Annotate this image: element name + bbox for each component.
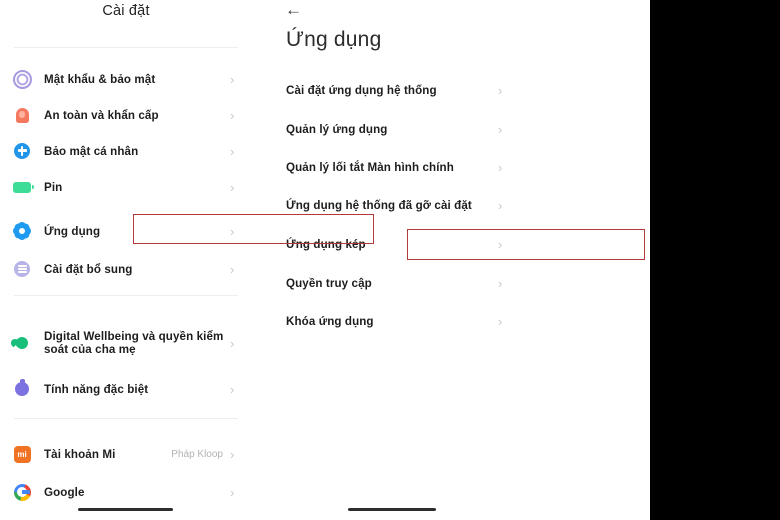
apps-gear-icon (0, 223, 44, 239)
sidebar-item-special-features[interactable]: Tính năng đặc biệt › (0, 372, 252, 406)
sidebar-item-label: Bảo mật cá nhân (44, 144, 139, 158)
apps-item-label: Quản lý lối tắt Màn hình chính (286, 161, 454, 174)
sidebar-item-label: An toàn và khẩn cấp (44, 108, 159, 122)
chevron-right-icon: › (498, 314, 503, 329)
home-indicator (78, 508, 173, 511)
chevron-right-icon: › (230, 143, 235, 159)
apps-item-label: Ứng dụng hệ thống đã gỡ cài đặt (286, 199, 472, 212)
apps-item-label: Ứng dụng kép (286, 238, 366, 251)
back-arrow-icon[interactable]: ← (285, 0, 302, 20)
additional-settings-icon (0, 261, 44, 277)
emergency-bell-icon (0, 107, 44, 123)
digital-wellbeing-icon (0, 334, 44, 351)
sidebar-item-safety-emergency[interactable]: An toàn và khẩn cấp › (0, 98, 252, 132)
sidebar-item-label: Pin (44, 180, 63, 194)
chevron-right-icon: › (230, 223, 235, 239)
chevron-right-icon: › (498, 198, 503, 213)
sidebar-item-label: Tính năng đặc biệt (44, 382, 149, 396)
chevron-right-icon: › (230, 261, 235, 277)
sidebar-item-label: Tài khoản Mi (44, 447, 116, 461)
divider (14, 295, 238, 296)
apps-item-label: Quản lý ứng dụng (286, 123, 388, 136)
sidebar-item-apps[interactable]: Ứng dụng › (0, 214, 252, 248)
sidebar-item-label: Mật khẩu & bảo mật (44, 72, 156, 86)
battery-icon (0, 181, 44, 193)
sidebar-item-label: Digital Wellbeing và quyền kiểm soát của… (44, 330, 224, 356)
sidebar-item-google[interactable]: Google › (0, 475, 252, 509)
apps-item-label: Quyền truy cập (286, 277, 372, 290)
sidebar-item-mi-account[interactable]: mi Tài khoản Mi Pháp Kloop › (0, 437, 252, 471)
special-features-icon (0, 378, 44, 396)
sidebar-item-label: Cài đặt bổ sung (44, 262, 133, 276)
sidebar-item-label: Google (44, 485, 85, 499)
apps-item-app-lock[interactable]: Khóa ứng dụng › (272, 306, 522, 337)
divider (14, 418, 238, 419)
apps-item-label: Khóa ứng dụng (286, 315, 374, 328)
chevron-right-icon: › (230, 71, 235, 87)
chevron-right-icon: › (230, 381, 235, 397)
sidebar-item-additional-settings[interactable]: Cài đặt bổ sung › (0, 252, 252, 286)
chevron-right-icon: › (498, 160, 503, 175)
chevron-right-icon: › (498, 276, 503, 291)
chevron-right-icon: › (230, 107, 235, 123)
apps-pane: ← Ứng dụng Cài đặt ứng dụng hệ thống › Q… (272, 0, 522, 520)
screenshot-root: Cài đặt Mật khẩu & bảo mật › An toàn và … (0, 0, 780, 520)
google-icon (0, 483, 44, 501)
chevron-right-icon: › (230, 484, 235, 500)
chevron-right-icon: › (230, 179, 235, 195)
settings-pane: Cài đặt Mật khẩu & bảo mật › An toàn và … (0, 0, 252, 520)
chevron-right-icon: › (230, 446, 235, 462)
sidebar-item-password-security[interactable]: Mật khẩu & bảo mật › (0, 62, 252, 96)
apps-item-system-app-settings[interactable]: Cài đặt ứng dụng hệ thống › (272, 75, 522, 106)
apps-item-dual-apps[interactable]: Ứng dụng kép › (272, 229, 522, 260)
chevron-right-icon: › (498, 237, 503, 252)
apps-item-label: Cài đặt ứng dụng hệ thống (286, 84, 437, 97)
sidebar-item-battery[interactable]: Pin › (0, 170, 252, 204)
mi-account-icon: mi (0, 445, 44, 463)
fingerprint-icon (0, 69, 44, 89)
sidebar-item-digital-wellbeing[interactable]: Digital Wellbeing và quyền kiểm soát của… (0, 323, 252, 363)
sidebar-item-label: Ứng dụng (44, 224, 101, 238)
privacy-shield-icon (0, 143, 44, 159)
home-indicator (348, 508, 436, 511)
chevron-right-icon: › (230, 335, 235, 351)
divider (14, 47, 238, 48)
chevron-right-icon: › (498, 83, 503, 98)
mi-logo-text: mi (13, 445, 31, 463)
apps-item-manage-apps[interactable]: Quản lý ứng dụng › (272, 114, 522, 145)
apps-item-permissions[interactable]: Quyền truy cập › (272, 268, 522, 299)
chevron-right-icon: › (498, 122, 503, 137)
apps-item-uninstalled-system-apps[interactable]: Ứng dụng hệ thống đã gỡ cài đặt › (272, 190, 522, 221)
apps-item-manage-home-shortcuts[interactable]: Quản lý lối tắt Màn hình chính › (272, 152, 522, 183)
page-title-settings: Cài đặt (102, 3, 150, 19)
sidebar-item-personal-privacy[interactable]: Bảo mật cá nhân › (0, 134, 252, 168)
page-title-apps: Ứng dụng (286, 28, 382, 51)
mi-account-value: Pháp Kloop (171, 448, 223, 460)
